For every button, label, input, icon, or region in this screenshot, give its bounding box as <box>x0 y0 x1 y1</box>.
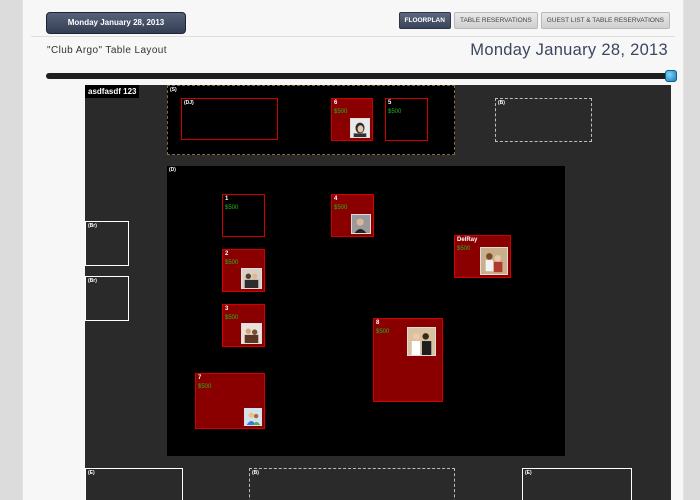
table-6[interactable]: 6 $500 <box>331 98 373 141</box>
exit-area-right[interactable]: (E) <box>522 468 632 500</box>
tab-table-reservations[interactable]: TABLE RESERVATIONS <box>453 12 538 29</box>
table-1[interactable]: 1 $500 <box>222 194 265 237</box>
table-number: 8 <box>376 320 380 326</box>
bar-area-1[interactable]: (Br) <box>85 221 129 266</box>
table-price: $500 <box>225 260 239 266</box>
dj-booth[interactable]: (DJ) <box>181 98 278 140</box>
table-number: 5 <box>388 100 392 106</box>
header-divider <box>31 36 675 37</box>
dance-floor-label: (D) <box>169 167 176 173</box>
table-3[interactable]: 3 $500 <box>222 304 265 347</box>
tab-floorplan[interactable]: FLOORPLAN <box>398 12 451 29</box>
table-delray[interactable]: DelRay $500 <box>454 235 511 278</box>
table-price: $500 <box>457 246 471 252</box>
table-number: 2 <box>225 251 229 257</box>
table-number: DelRay <box>457 237 478 243</box>
dj-label: (DJ) <box>184 100 194 106</box>
table-8[interactable]: 8 $500 <box>373 318 443 402</box>
table-number: 6 <box>334 100 338 106</box>
table-number: 4 <box>334 196 338 202</box>
table-7[interactable]: 7 $500 <box>195 373 265 429</box>
table-price: $500 <box>225 205 239 211</box>
venue-name: asdfasdf 123 <box>85 85 140 98</box>
exit-label: (E) <box>525 470 532 476</box>
tab-bar: FLOORPLAN TABLE RESERVATIONS GUEST LIST … <box>398 12 670 29</box>
table-number: 3 <box>225 306 229 312</box>
bathroom-label: (B) <box>252 470 259 476</box>
group-photo-icon <box>480 247 508 275</box>
floorplan-canvas[interactable]: asdfasdf 123 (S) (DJ) (B) (D) (Br) (Br) … <box>85 85 671 500</box>
portrait-icon <box>351 214 371 234</box>
timeline-slider[interactable] <box>46 70 677 82</box>
page-title: "Club Argo" Table Layout <box>47 45 167 56</box>
bathroom-top[interactable]: (B) <box>495 98 592 142</box>
date-picker-button[interactable]: Monday January 28, 2013 <box>46 12 186 34</box>
table-2[interactable]: 2 $500 <box>222 249 265 292</box>
bar-label: (Br) <box>88 278 97 284</box>
exit-area-left[interactable]: (E) <box>85 468 183 500</box>
table-number: 7 <box>198 375 202 381</box>
group-photo-icon <box>407 327 436 356</box>
group-photo-icon <box>241 323 262 344</box>
bathroom-label: (B) <box>498 100 505 106</box>
tab-guest-list[interactable]: GUEST LIST & TABLE RESERVATIONS <box>540 12 670 29</box>
slider-handle[interactable] <box>665 70 677 82</box>
stage-label: (S) <box>170 87 177 93</box>
table-price: $500 <box>334 109 348 115</box>
table-number: 1 <box>225 196 229 202</box>
avatar-icon <box>244 408 262 426</box>
group-photo-icon <box>241 268 262 289</box>
portrait-icon <box>350 118 370 138</box>
table-price: $500 <box>376 329 390 335</box>
bar-label: (Br) <box>88 223 97 229</box>
bar-area-2[interactable]: (Br) <box>85 276 129 321</box>
page-container: Monday January 28, 2013 FLOORPLAN TABLE … <box>22 0 684 500</box>
table-price: $500 <box>225 315 239 321</box>
table-price: $500 <box>198 384 212 390</box>
exit-label: (E) <box>88 470 95 476</box>
table-5[interactable]: 5 $500 <box>385 98 428 141</box>
date-heading: Monday January 28, 2013 <box>470 41 668 59</box>
table-price: $500 <box>334 205 348 211</box>
bathroom-bottom[interactable]: (B) <box>249 468 455 500</box>
table-price: $500 <box>388 109 402 115</box>
table-4[interactable]: 4 $500 <box>331 194 374 237</box>
